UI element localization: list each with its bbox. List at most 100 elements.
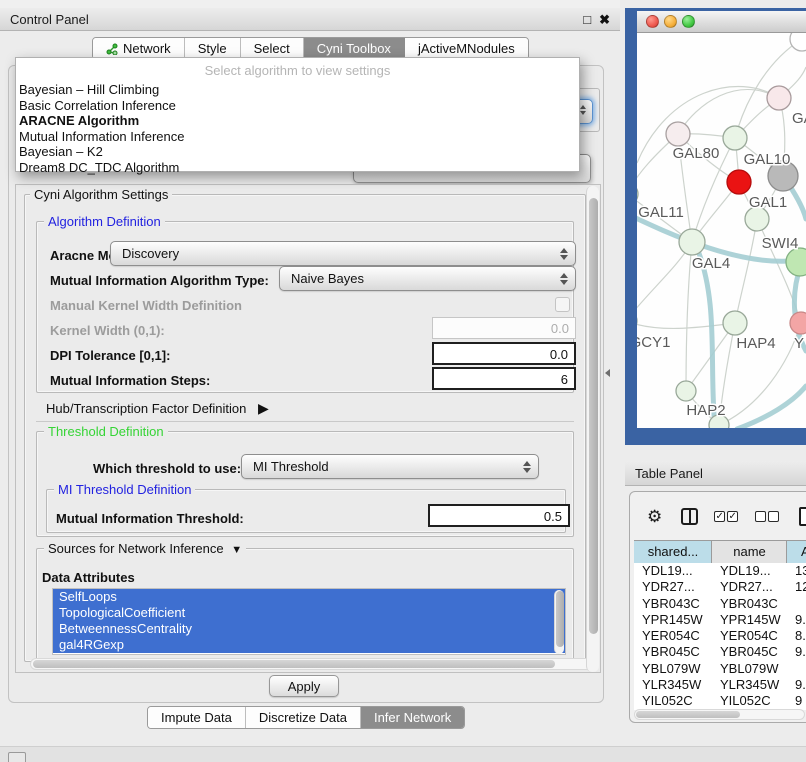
node-label-gal1: GAL1 — [749, 194, 787, 211]
cell-value: 9. — [787, 644, 806, 660]
table-row[interactable]: YLR345W YLR345W 9. — [634, 677, 806, 693]
node-red-selected[interactable] — [727, 170, 751, 194]
node-hap2[interactable] — [676, 381, 696, 401]
kernel-width-field[interactable]: 0.0 — [432, 317, 576, 339]
list-item[interactable]: BetweennessCentrality — [53, 621, 565, 637]
tab-select[interactable]: Select — [241, 38, 304, 59]
cell-shared-name: YIL052C — [634, 693, 712, 709]
which-threshold-value: MI Threshold — [253, 459, 329, 474]
dpi-tolerance-field[interactable]: 0.0 — [432, 342, 576, 365]
list-item[interactable]: gal4RGexp — [53, 637, 565, 653]
unchecked-checkbox-icon[interactable] — [768, 511, 779, 522]
aracne-mode-combobox[interactable]: Discovery — [110, 241, 576, 266]
mi-type-combobox[interactable]: Naive Bayes — [279, 266, 576, 291]
close-panel-icon[interactable]: ✖ — [599, 13, 610, 26]
menu-item-bayesian-hill-climbing[interactable]: Bayesian – Hill Climbing — [16, 82, 579, 98]
hub-definition-toggle[interactable]: Hub/Transcription Factor Definition ▶ — [46, 400, 269, 417]
menu-item-basic-correlation[interactable]: Basic Correlation Inference — [16, 98, 579, 114]
data-attributes-list[interactable]: SelfLoops TopologicalCoefficient Between… — [52, 588, 566, 655]
application-window: Control Panel □ ✖ Network Style — [0, 0, 806, 762]
collapsed-panel-button[interactable] — [8, 752, 26, 762]
menu-item-dream8[interactable]: Dream8 DC_TDC Algorithm — [16, 160, 579, 176]
mi-threshold-label: Mutual Information Threshold: — [56, 511, 244, 526]
table-body[interactable]: YDL19... YDL19... 13 YDR27... YDR27... 1… — [634, 563, 806, 710]
table-row[interactable]: YIL052C YIL052C 9 — [634, 693, 806, 709]
settings-vscrollbar[interactable] — [586, 186, 599, 672]
table-row[interactable]: YBR043C YBR043C — [634, 596, 806, 612]
settings-hscrollbar[interactable] — [30, 658, 592, 670]
menu-item-bayesian-k2[interactable]: Bayesian – K2 — [16, 144, 579, 160]
sources-title-row[interactable]: Sources for Network Inference ▼ — [44, 541, 246, 556]
menu-item-aracne[interactable]: ARACNE Algorithm — [16, 113, 579, 129]
hub-section-divider — [36, 421, 574, 422]
checked-checkbox-icon[interactable]: ✓ — [727, 511, 738, 522]
unchecked-checkbox-icon[interactable] — [755, 511, 766, 522]
node-unlabeled-top[interactable] — [790, 33, 806, 51]
node-gal4[interactable] — [679, 229, 705, 255]
manual-kernel-checkbox[interactable] — [555, 297, 570, 312]
cyni-bottom-tabstrip: Impute Data Discretize Data Infer Networ… — [147, 706, 465, 729]
tab-infer-network[interactable]: Infer Network — [361, 707, 464, 728]
checked-checkbox-icon[interactable]: ✓ — [714, 511, 725, 522]
column-header-cut[interactable]: A — [787, 541, 806, 563]
mi-threshold-field[interactable]: 0.5 — [428, 504, 570, 527]
tab-impute-data[interactable]: Impute Data — [148, 707, 246, 728]
tab-jactivemnodules-label: jActiveMNodules — [418, 41, 515, 56]
cell-value: 13 — [787, 563, 806, 579]
network-window-titlebar[interactable] — [637, 11, 806, 33]
close-window-icon[interactable] — [646, 15, 659, 28]
mi-threshold-title: MI Threshold Definition — [54, 482, 195, 497]
tab-style[interactable]: Style — [185, 38, 241, 59]
mi-steps-label: Mutual Information Steps: — [50, 373, 210, 388]
cell-value: 12 — [787, 579, 806, 595]
table-row[interactable]: YER054C YER054C 8. — [634, 628, 806, 644]
column-header-shared-name[interactable]: shared... — [634, 541, 712, 563]
table-row[interactable]: YDR27... YDR27... 12 — [634, 579, 806, 595]
list-item[interactable]: TopologicalCoefficient — [53, 605, 565, 621]
divider-collapse-icon[interactable] — [605, 369, 610, 377]
sources-title: Sources for Network Inference — [48, 541, 224, 556]
zoom-window-icon[interactable] — [682, 15, 695, 28]
cell-value: 9. — [787, 677, 806, 693]
tab-cyni-toolbox[interactable]: Cyni Toolbox — [304, 38, 405, 59]
menu-item-mutual-information[interactable]: Mutual Information Inference — [16, 129, 579, 145]
expand-right-icon[interactable]: ▶ — [258, 400, 269, 416]
apply-button[interactable]: Apply — [269, 675, 339, 697]
gear-icon[interactable]: ⚙ — [647, 508, 662, 525]
tab-jactivemnodules[interactable]: jActiveMNodules — [405, 38, 528, 59]
table-hscrollbar[interactable] — [634, 709, 805, 720]
cell-name: YER054C — [712, 628, 787, 644]
which-threshold-combobox[interactable]: MI Threshold — [241, 454, 539, 479]
cell-name: YBR045C — [712, 644, 787, 660]
node-gal-cut[interactable] — [767, 86, 791, 110]
float-panel-icon[interactable]: □ — [583, 13, 591, 26]
node-y-cut[interactable] — [790, 312, 806, 334]
minimize-window-icon[interactable] — [664, 15, 677, 28]
node-gal80[interactable] — [666, 122, 690, 146]
node-gal10[interactable] — [723, 126, 747, 150]
columns-icon[interactable] — [681, 508, 698, 525]
tab-network[interactable]: Network — [93, 38, 185, 59]
document-icon[interactable] — [799, 507, 806, 526]
attributes-scrollbar[interactable] — [554, 590, 564, 654]
list-item[interactable]: SelfLoops — [53, 589, 565, 605]
table-row[interactable]: YBR045C YBR045C 9. — [634, 644, 806, 660]
column-header-name[interactable]: name — [712, 541, 787, 563]
node-swi4[interactable] — [786, 248, 806, 276]
node-label-gcy1: GCY1 — [637, 334, 670, 351]
cell-name: YIL052C — [712, 693, 787, 709]
aracne-mode-value: Discovery — [122, 246, 179, 261]
table-row[interactable]: YDL19... YDL19... 13 — [634, 563, 806, 579]
settings-scroll-viewport: Cyni Algorithm Settings Algorithm Defini… — [15, 184, 601, 673]
node-hap4[interactable] — [723, 311, 747, 335]
algorithm-definition-title: Algorithm Definition — [44, 214, 165, 229]
node-label-y-cut: Y — [794, 335, 804, 352]
table-panel-titlebar: Table Panel — [625, 461, 806, 486]
tab-discretize-data[interactable]: Discretize Data — [246, 707, 361, 728]
network-canvas[interactable]: GAL GAL80 GAL10 GAL1 GAL11 SWI4 GAL4 GCY… — [637, 33, 806, 428]
table-row[interactable]: YPR145W YPR145W 9. — [634, 612, 806, 628]
table-row[interactable]: YBL079W YBL079W — [634, 661, 806, 677]
collapse-down-icon[interactable]: ▼ — [231, 544, 242, 556]
mi-steps-field[interactable]: 6 — [432, 367, 576, 390]
node-label-gal10: GAL10 — [744, 151, 791, 168]
